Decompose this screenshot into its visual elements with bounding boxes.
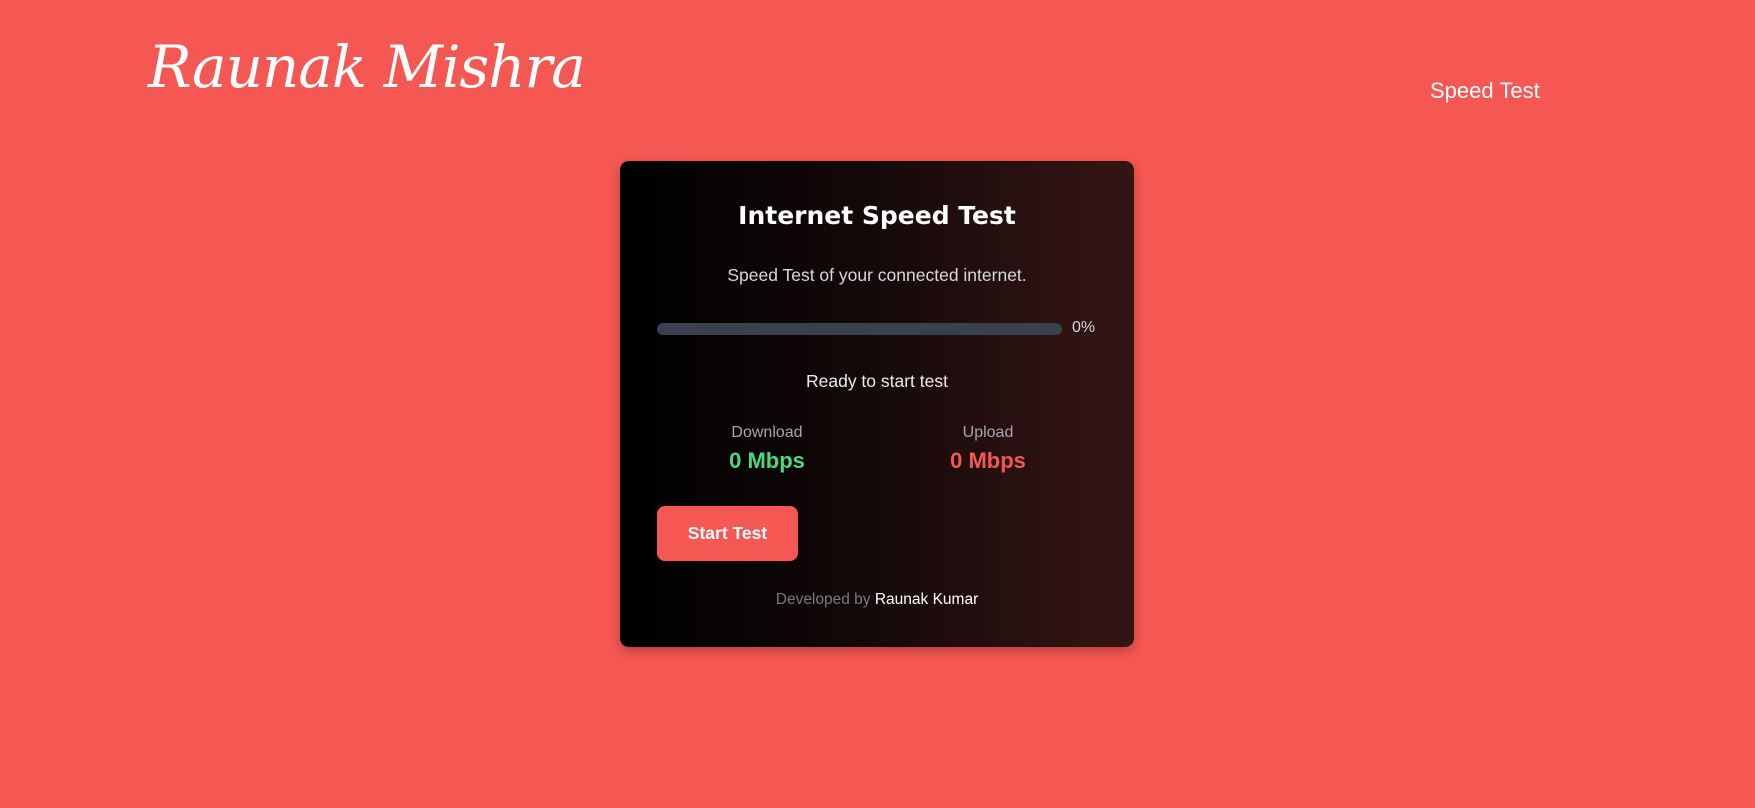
progress-bar xyxy=(657,323,1062,335)
download-value: 0 Mbps xyxy=(729,448,805,473)
upload-value: 0 Mbps xyxy=(950,448,1026,473)
download-metric: Download 0 Mbps xyxy=(667,424,867,474)
status-text: Ready to start test xyxy=(805,371,948,391)
footer-credit: Developed by Raunak Kumar xyxy=(620,591,1134,609)
card-subtitle: Speed Test of your connected internet. xyxy=(727,265,1027,285)
upload-metric: Upload 0 Mbps xyxy=(888,424,1088,474)
download-label: Download xyxy=(731,424,803,441)
speed-test-card: Internet Speed Test Speed Test of your c… xyxy=(620,161,1134,647)
footer-author[interactable]: Raunak Kumar xyxy=(875,591,978,608)
card-title: Internet Speed Test xyxy=(738,201,1016,230)
upload-label: Upload xyxy=(962,424,1014,441)
start-test-button[interactable]: Start Test xyxy=(657,506,798,561)
page: Raunak Mishra Speed Test Internet Speed … xyxy=(0,0,1755,808)
nav-link-speed-test[interactable]: Speed Test xyxy=(1430,78,1540,104)
progress-percent: 0% xyxy=(1072,319,1096,336)
brand-logo[interactable]: Raunak Mishra xyxy=(148,38,586,96)
footer-prefix: Developed by xyxy=(775,591,871,608)
